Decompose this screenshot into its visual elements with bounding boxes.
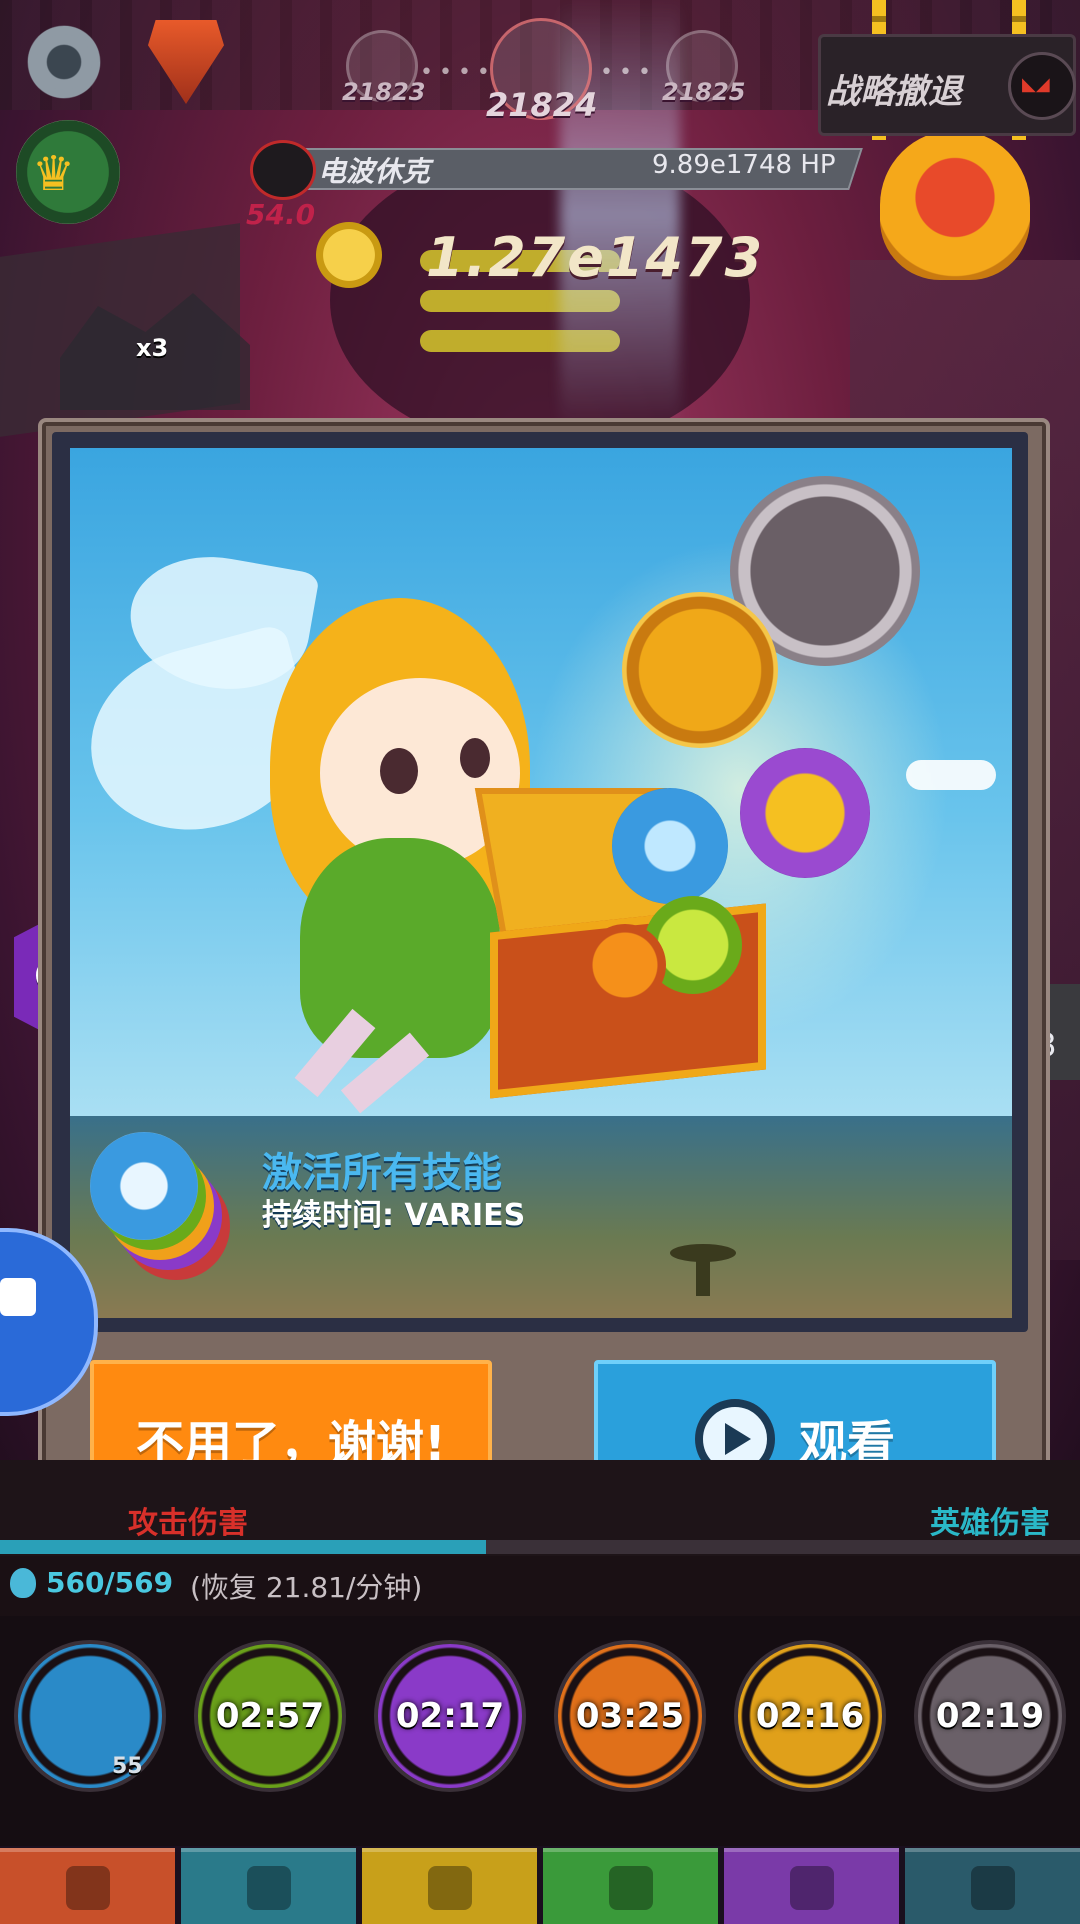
tab-shop[interactable] [905, 1848, 1080, 1924]
retreat-label: 战略撤退 [826, 72, 962, 112]
tab-sword[interactable] [0, 1848, 175, 1924]
tap-damage-label: 攻击伤害 [128, 1506, 248, 1541]
skill-deadly-strike-button[interactable]: 02:57 [194, 1640, 346, 1792]
mana-regen: (恢复 21.81/分钟) [190, 1571, 423, 1604]
horned-helmet-icon [246, 1866, 291, 1910]
robot-face [0, 1278, 36, 1316]
settings-gear-icon[interactable] [22, 20, 106, 104]
skill-cooldown: 02:57 [215, 1696, 325, 1736]
boss-treasure-icon [880, 130, 1030, 280]
skill-duration: 持续时间: VARIES [262, 1198, 526, 1233]
skill-war-cry-button[interactable]: 02:16 [734, 1640, 886, 1792]
gold-coin-icon [316, 222, 382, 288]
skill-cooldown: 03:25 [575, 1696, 685, 1736]
mana-bar-track [486, 1540, 1080, 1554]
gold-amount: 1.27e1473 [426, 226, 765, 289]
armor-icon [427, 1866, 472, 1910]
army-multiplier: x3 [136, 334, 169, 362]
heart-icon [789, 1866, 834, 1910]
pet-icon [608, 1866, 653, 1910]
fairy-eye [380, 748, 418, 794]
war-cry-orb-icon [622, 592, 778, 748]
fairy-eye [460, 738, 490, 778]
midas-coin-orb-icon [740, 748, 870, 878]
heavenly-strike-icon [90, 1132, 198, 1240]
boss-timer: 54.0 [246, 198, 316, 231]
boss-name: 电波休克 [318, 155, 431, 188]
fire-sword-orb-icon [584, 924, 666, 1006]
tab-equipment[interactable] [362, 1848, 537, 1924]
boss-hp-value: 9.89e1748 HP [652, 150, 836, 180]
tab-heroes[interactable] [181, 1848, 356, 1924]
crown-icon: ♛ [32, 146, 76, 202]
fairy-illustration [70, 448, 1012, 1116]
skill-hand-of-midas-button[interactable]: 02:17 [374, 1640, 526, 1792]
stage-current-number: 21824 [486, 86, 598, 124]
skill-heavenly-strike-button[interactable] [14, 1640, 166, 1792]
stage-prev-number: 21823 [342, 78, 426, 106]
demon-eyes: ◣◢ [1022, 74, 1050, 95]
stage-progress-dots: ••• [600, 60, 657, 85]
mana-potion-icon [10, 1568, 36, 1598]
tree-decoration [696, 1256, 710, 1296]
fairy-dress [300, 838, 500, 1058]
tree-decoration [670, 1244, 736, 1262]
tab-artifacts[interactable] [724, 1848, 899, 1924]
mana-value: 560/569 [46, 1566, 174, 1599]
skill-cooldown: 02:16 [755, 1696, 865, 1736]
skill-level: 55 [112, 1754, 143, 1779]
mana-bar-fill [0, 1540, 486, 1554]
heavenly-strike-orb-icon [612, 788, 728, 904]
sword-icon [65, 1866, 110, 1910]
chest-icon [970, 1866, 1015, 1910]
cloud-decoration [906, 760, 996, 790]
skill-cooldown: 02:19 [935, 1696, 1045, 1736]
skill-shadow-clone-button[interactable]: 02:19 [914, 1640, 1066, 1792]
stage-next-number: 21825 [662, 78, 746, 106]
bottom-tab-bar [0, 1848, 1080, 1924]
stage-progress-dots: •••• [420, 60, 496, 85]
hero-damage-label: 英雄伤害 [930, 1506, 1050, 1541]
tab-pets[interactable] [543, 1848, 718, 1924]
boss-avatar-icon [250, 140, 316, 200]
skill-fire-sword-button[interactable]: 03:25 [554, 1640, 706, 1792]
skill-cooldown: 02:17 [395, 1696, 505, 1736]
